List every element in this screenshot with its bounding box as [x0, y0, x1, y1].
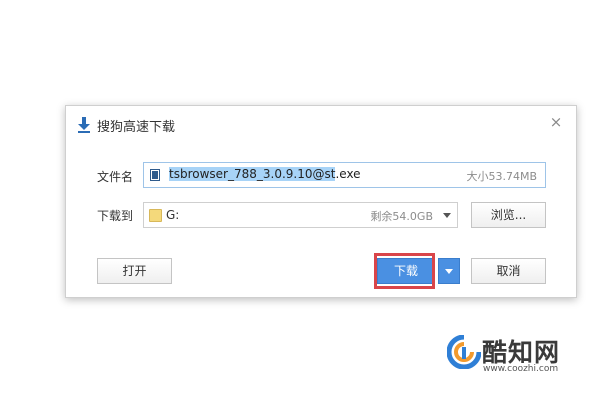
close-button[interactable]: ×: [548, 114, 564, 130]
filename-label: 文件名: [97, 170, 134, 184]
highlight-box: [374, 253, 435, 289]
download-dialog: 搜狗高速下载 × 文件名 tsbrowser_788_3.0.9.10@st.e…: [65, 105, 577, 298]
cancel-button[interactable]: 取消: [471, 258, 546, 284]
filename-value: tsbrowser_788_3.0.9.10@st.exe: [169, 167, 361, 181]
download-options-button[interactable]: [438, 258, 460, 284]
file-icon: [150, 169, 160, 181]
watermark: 酷知网 www.coozhi.com: [447, 335, 597, 395]
filename-input[interactable]: tsbrowser_788_3.0.9.10@st.exe 大小53.74MB: [143, 162, 546, 188]
download-icon: [78, 117, 90, 133]
folder-path: G:: [166, 208, 180, 222]
filename-selected-text: tsbrowser_788_3.0.9.10@st: [169, 167, 336, 181]
browse-button[interactable]: 浏览...: [471, 202, 546, 228]
title-bar: 搜狗高速下载 ×: [66, 106, 576, 142]
save-folder-select[interactable]: G: 剩余54.0GB: [143, 202, 458, 228]
saveto-label: 下载到: [97, 209, 134, 223]
filename-extension: .exe: [335, 167, 361, 181]
coozhi-logo-icon: [447, 335, 481, 369]
open-button[interactable]: 打开: [97, 258, 172, 284]
watermark-url: www.coozhi.com: [483, 364, 559, 374]
free-space: 剩余54.0GB: [370, 210, 433, 223]
dialog-title: 搜狗高速下载: [97, 120, 176, 135]
folder-icon: [149, 209, 162, 222]
chevron-down-icon[interactable]: [443, 213, 451, 218]
file-size: 大小53.74MB: [466, 170, 537, 183]
